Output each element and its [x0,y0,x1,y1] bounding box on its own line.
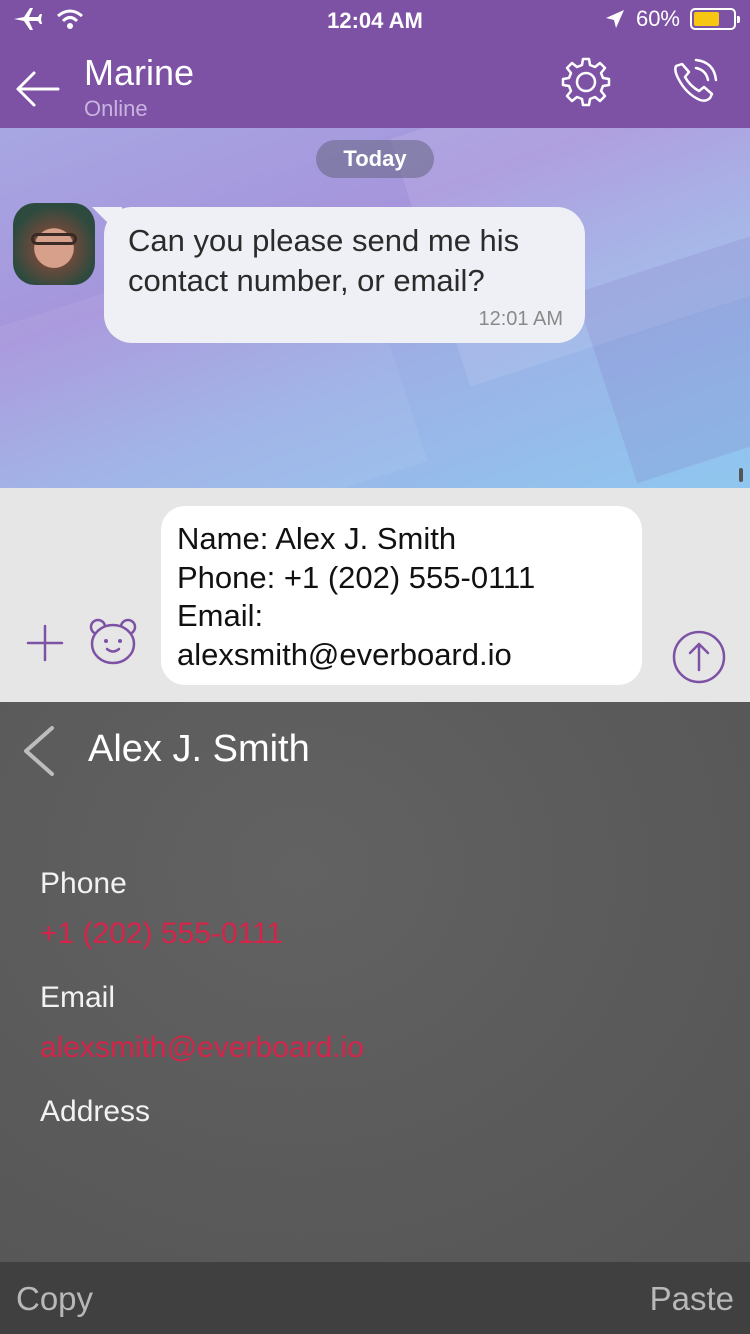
call-icon[interactable] [668,56,720,108]
email-value[interactable]: alexsmith@everboard.io [40,1031,364,1065]
message-time: 12:01 AM [478,308,563,330]
draft-line: Name: Alex J. Smith [177,521,457,556]
phone-value[interactable]: +1 (202) 555-0111 [40,917,283,951]
message-input[interactable]: Name: Alex J. Smith Phone: +1 (202) 555-… [161,506,642,685]
chevron-left-icon[interactable] [20,724,56,778]
battery-icon [690,8,740,30]
status-bar: 12:04 AM 60% [0,0,750,40]
send-icon[interactable] [672,630,726,684]
paste-button[interactable]: Paste [650,1280,734,1318]
chat-header: 12:04 AM 60% Marine Online [0,0,750,128]
address-label: Address [40,1095,151,1128]
sticker-icon[interactable] [88,616,138,666]
draft-line: Email: [177,598,264,633]
chat-area[interactable]: Today Can you please send me his contact… [0,128,750,488]
location-arrow-icon [605,10,624,28]
plus-icon[interactable] [26,624,64,662]
incoming-message[interactable]: Can you please send me his contact numbe… [104,207,585,343]
phone-label: Phone [40,867,127,900]
scrollbar[interactable] [739,468,743,482]
avatar[interactable] [13,203,95,285]
back-arrow-icon[interactable] [14,66,60,112]
contact-title: Alex J. Smith [88,728,310,770]
gear-icon[interactable] [560,56,612,108]
contact-picker-sheet: Alex J. Smith Phone +1 (202) 555-0111 Em… [0,702,750,1262]
draft-line: Phone: +1 (202) 555-0111 [177,559,536,595]
email-label: Email [40,981,116,1014]
battery-percent: 60% [635,6,680,31]
contact-status: Online [84,96,148,121]
copy-button[interactable]: Copy [16,1280,93,1318]
edit-action-bar: Copy Paste [0,1262,750,1334]
draft-line: alexsmith@everboard.io [177,636,512,672]
day-separator: Today [316,140,434,178]
status-right: 60% [604,6,740,32]
composer: Name: Alex J. Smith Phone: +1 (202) 555-… [0,488,750,702]
contact-name[interactable]: Marine [84,52,194,94]
message-text: Can you please send me his contact numbe… [128,223,520,298]
